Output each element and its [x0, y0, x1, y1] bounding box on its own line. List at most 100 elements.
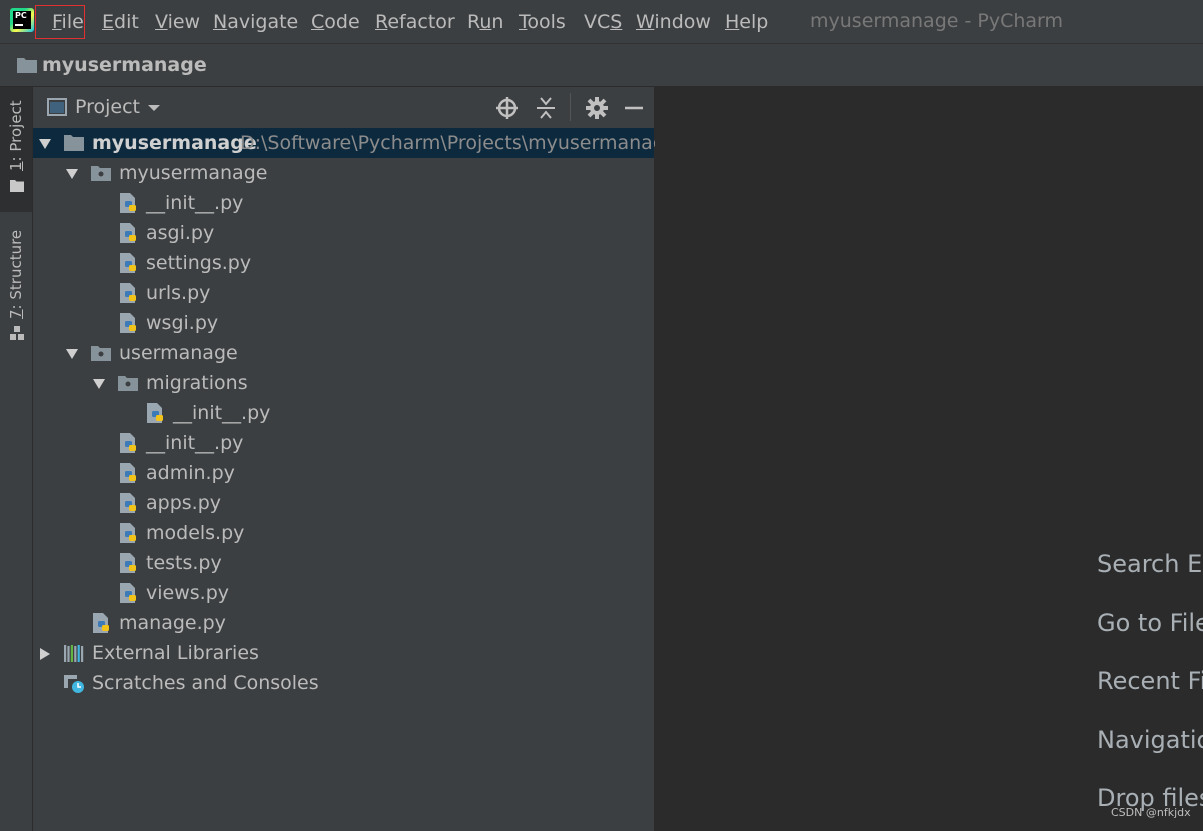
pycharm-logo-icon: PC: [10, 8, 34, 32]
tree-node-label: migrations: [146, 372, 248, 394]
package-icon: [118, 376, 138, 391]
gear-icon[interactable]: [585, 96, 609, 120]
python-file-icon: [120, 493, 136, 513]
navigation-bar: myusermanage: [0, 44, 1203, 87]
editor-area[interactable]: Search EvGo to FileRecent FiNavigatioDro…: [655, 87, 1203, 831]
breadcrumb-project[interactable]: myusermanage: [42, 53, 207, 77]
tree-node[interactable]: admin.py: [33, 458, 654, 488]
python-file-icon: [147, 403, 163, 423]
tree-node[interactable]: Scratches and Consoles: [33, 668, 654, 698]
chevron-down-icon[interactable]: [65, 167, 79, 181]
chevron-down-icon[interactable]: [92, 377, 106, 391]
tree-node-label: apps.py: [146, 492, 222, 514]
tree-node[interactable]: views.py: [33, 578, 654, 608]
tree-node-label: __init__.py: [146, 432, 244, 454]
project-view-selector[interactable]: Project: [75, 95, 140, 119]
locate-icon[interactable]: [495, 96, 519, 120]
python-file-icon: [120, 193, 136, 213]
window-title: myusermanage - PyCharm: [810, 10, 1064, 32]
python-file-icon: [120, 583, 136, 603]
menu-item[interactable]: Window: [636, 9, 711, 35]
structure-icon: [10, 326, 24, 340]
tree-node[interactable]: __init__.py: [33, 398, 654, 428]
menu-item[interactable]: Run: [467, 9, 503, 35]
tree-node[interactable]: __init__.py: [33, 428, 654, 458]
tree-node[interactable]: wsgi.py: [33, 308, 654, 338]
tree-node[interactable]: tests.py: [33, 548, 654, 578]
tree-node-label: manage.py: [119, 612, 226, 634]
project-tab-label: 1: Project: [7, 100, 25, 171]
menu-item[interactable]: Code: [311, 9, 360, 35]
tree-node-label: admin.py: [146, 462, 235, 484]
package-icon: [91, 166, 111, 181]
menu-item[interactable]: Navigate: [213, 9, 298, 35]
folder-icon: [10, 180, 24, 192]
project-panel: Project myusermanage D:\Software\Pycharm…: [33, 87, 677, 831]
project-tool-tab[interactable]: 1: Project: [0, 87, 32, 212]
tree-node[interactable]: urls.py: [33, 278, 654, 308]
menu-bar: PC File Edit View Navigate Code Refactor Run To…: [0, 0, 1203, 44]
python-file-icon: [120, 553, 136, 573]
tree-node[interactable]: myusermanage D:\Software\Pycharm\Projects…: [33, 128, 677, 158]
menu-item[interactable]: Edit: [102, 9, 139, 35]
tree-node-label: myusermanage: [119, 162, 268, 184]
python-file-icon: [120, 223, 136, 243]
menu-item[interactable]: VCS: [584, 9, 622, 35]
menu-item[interactable]: Tools: [519, 9, 566, 35]
tree-node-label: External Libraries: [92, 642, 259, 664]
tree-node[interactable]: usermanage: [33, 338, 654, 368]
hide-panel-icon[interactable]: [624, 96, 644, 120]
tree-node[interactable]: settings.py: [33, 248, 654, 278]
tree-node-label: __init__.py: [146, 192, 244, 214]
tree-node-label: __init__.py: [173, 402, 271, 424]
python-file-icon: [120, 433, 136, 453]
tree-node[interactable]: migrations: [33, 368, 654, 398]
structure-tool-tab[interactable]: 7: Structure: [0, 222, 32, 347]
tree-node[interactable]: External Libraries: [33, 638, 654, 668]
python-file-icon: [120, 463, 136, 483]
chevron-down-icon[interactable]: [147, 104, 161, 112]
menu-item[interactable]: View: [155, 9, 200, 35]
project-panel-header: Project: [33, 87, 654, 127]
tree-node-label: models.py: [146, 522, 245, 544]
python-file-icon: [120, 523, 136, 543]
project-path: D:\Software\Pycharm\Projects\myusermanag…: [240, 132, 677, 154]
python-file-icon: [120, 283, 136, 303]
tree-node-label: wsgi.py: [146, 312, 219, 334]
tree-node-label: usermanage: [119, 342, 238, 364]
package-icon: [91, 346, 111, 361]
editor-hint: Navigatio: [1097, 726, 1203, 754]
tree-node[interactable]: models.py: [33, 518, 654, 548]
folder-icon: [17, 58, 37, 73]
project-view-icon: [47, 98, 67, 116]
tree-node-label: asgi.py: [146, 222, 215, 244]
scratches-icon: [64, 675, 84, 693]
header-divider: [570, 93, 571, 121]
editor-hint: Recent Fi: [1097, 667, 1203, 695]
chevron-right-icon[interactable]: [38, 647, 52, 661]
tree-node-label: tests.py: [146, 552, 222, 574]
tree-node-label: views.py: [146, 582, 229, 604]
tree-node[interactable]: myusermanage: [33, 158, 654, 188]
tree-node-label: myusermanage: [92, 132, 257, 154]
editor-hint: Search Ev: [1097, 550, 1203, 578]
menu-item[interactable]: Help: [725, 9, 768, 35]
chevron-down-icon[interactable]: [65, 347, 79, 361]
menu-item[interactable]: File: [52, 9, 84, 35]
tree-node[interactable]: apps.py: [33, 488, 654, 518]
python-file-icon: [93, 613, 109, 633]
python-file-icon: [120, 253, 136, 273]
python-file-icon: [120, 313, 136, 333]
tree-node-label: urls.py: [146, 282, 211, 304]
tree-node-label: Scratches and Consoles: [92, 672, 319, 694]
tree-node-label: settings.py: [146, 252, 252, 274]
tree-node[interactable]: asgi.py: [33, 218, 654, 248]
libraries-icon: [64, 645, 84, 662]
menu-item[interactable]: Refactor: [375, 9, 455, 35]
tree-node[interactable]: __init__.py: [33, 188, 654, 218]
chevron-down-icon[interactable]: [38, 137, 52, 151]
tool-window-stripe: 1: Project 7: Structure: [0, 87, 33, 831]
structure-tab-label: 7: Structure: [7, 229, 25, 319]
collapse-all-icon[interactable]: [535, 96, 557, 120]
tree-node[interactable]: manage.py: [33, 608, 654, 638]
